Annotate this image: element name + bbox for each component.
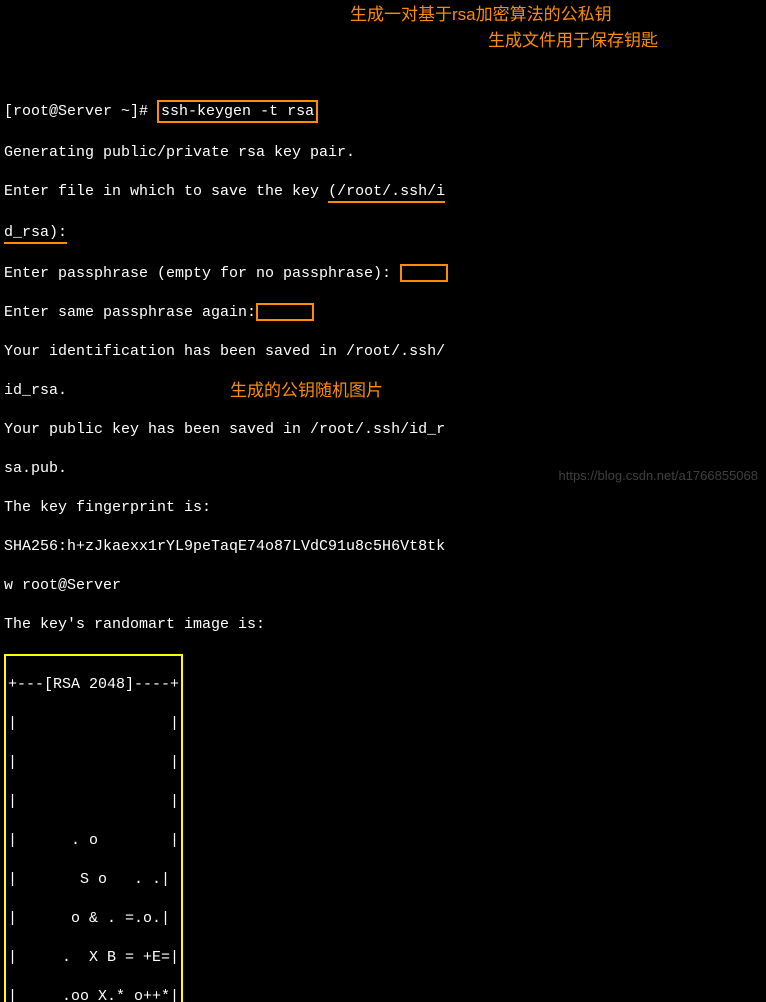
path-highlight: (/root/.ssh/i: [328, 182, 445, 204]
output-line: Your public key has been saved in /root/…: [4, 420, 762, 440]
output-line: SHA256:h+zJkaexx1rYL9peTaqE74o87LVdC91u8…: [4, 537, 762, 557]
output-line: The key fingerprint is:: [4, 498, 762, 518]
randomart-box: +---[RSA 2048]----+ | | | | | | | . o | …: [4, 654, 183, 1002]
output-line: Enter passphrase (empty for no passphras…: [4, 265, 400, 282]
output-line: Enter file in which to save the key: [4, 183, 328, 200]
watermark: https://blog.csdn.net/a1766855068: [559, 468, 759, 485]
path-highlight: d_rsa):: [4, 223, 67, 245]
annotation-randomart: 生成的公钥随机图片: [230, 380, 383, 402]
randomart-line: | |: [8, 792, 179, 812]
input-highlight: [400, 264, 448, 282]
annotation-keypair: 生成一对基于rsa加密算法的公私钥: [350, 4, 612, 26]
output-line: id_rsa.: [4, 381, 762, 401]
output-line: Generating public/private rsa key pair.: [4, 143, 762, 163]
prompt: [root@Server ~]#: [4, 103, 148, 120]
randomart-line: +---[RSA 2048]----+: [8, 675, 179, 695]
input-highlight: [256, 303, 314, 321]
randomart-line: | S o . .|: [8, 870, 179, 890]
terminal-output: [root@Server ~]# ssh-keygen -t rsa Gener…: [0, 78, 766, 1002]
output-line: Your identification has been saved in /r…: [4, 342, 762, 362]
output-line: Enter same passphrase again:: [4, 304, 256, 321]
randomart-line: | |: [8, 714, 179, 734]
command-highlight: ssh-keygen -t rsa: [157, 100, 318, 124]
randomart-line: | .oo X.* o++*|: [8, 987, 179, 1002]
randomart-line: | . o |: [8, 831, 179, 851]
output-line: w root@Server: [4, 576, 762, 596]
randomart-line: | |: [8, 753, 179, 773]
randomart-line: | o & . =.o.|: [8, 909, 179, 929]
randomart-line: | . X B = +E=|: [8, 948, 179, 968]
annotation-savefile: 生成文件用于保存钥匙: [488, 30, 658, 52]
output-line: The key's randomart image is:: [4, 615, 762, 635]
